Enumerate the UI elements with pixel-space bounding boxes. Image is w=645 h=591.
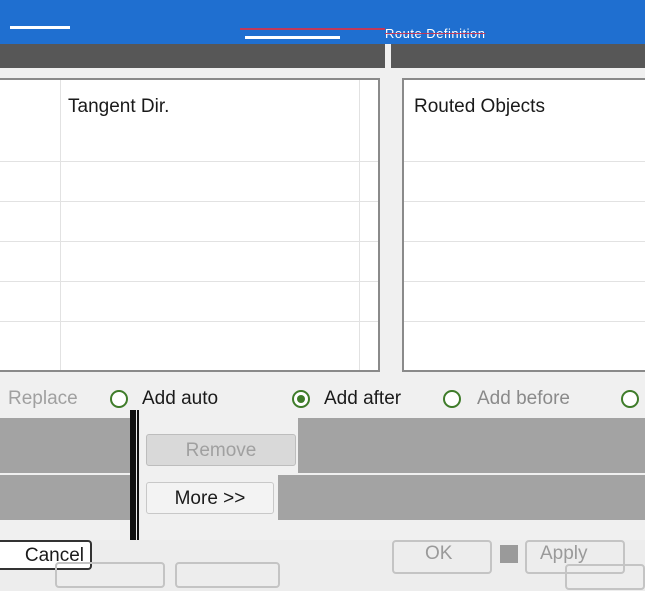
column-header-tangent-dir[interactable]: Tangent Dir. [68,96,169,118]
tangent-list[interactable]: Tangent Dir. [0,78,380,372]
ok-button-indicator [500,545,518,563]
ok-button-label: OK [425,543,453,564]
more-button[interactable]: More >> [146,482,274,514]
apply-button-label: Apply [540,543,588,564]
routed-objects-list[interactable]: Routed Objects [402,78,645,372]
insert-mode-options: Replace Add auto Add after Add before [0,382,645,418]
left-panel-header [0,44,385,68]
splitter-bar[interactable] [130,410,136,560]
title-bar-artifact [245,36,340,39]
bottom-ghost-button-1 [55,562,165,588]
radio-add-before[interactable] [443,390,461,408]
right-panel-header [391,44,645,68]
right-field-1[interactable] [298,418,645,473]
radio-add-auto[interactable] [110,390,128,408]
bottom-ghost-button-2 [175,562,280,588]
radio-label-add-auto[interactable]: Add auto [142,388,218,410]
title-bar-artifact [240,28,385,30]
left-field-1[interactable] [0,418,130,473]
radio-label-replace[interactable]: Replace [8,388,78,410]
radio-label-add-before[interactable]: Add before [477,388,570,410]
right-field-2[interactable] [278,475,645,520]
radio-extra[interactable] [621,390,639,408]
bottom-ghost-button-3 [565,564,645,590]
title-bar-artifact [10,26,70,29]
title-bar[interactable]: Route Definition [0,0,645,44]
column-header-routed-objects[interactable]: Routed Objects [414,96,545,118]
radio-label-add-after[interactable]: Add after [324,388,401,410]
window-title: Route Definition [385,26,486,41]
radio-add-after[interactable] [292,390,310,408]
splitter-bar-accent [137,410,139,560]
left-field-2[interactable] [0,475,130,520]
remove-button[interactable]: Remove [146,434,296,466]
